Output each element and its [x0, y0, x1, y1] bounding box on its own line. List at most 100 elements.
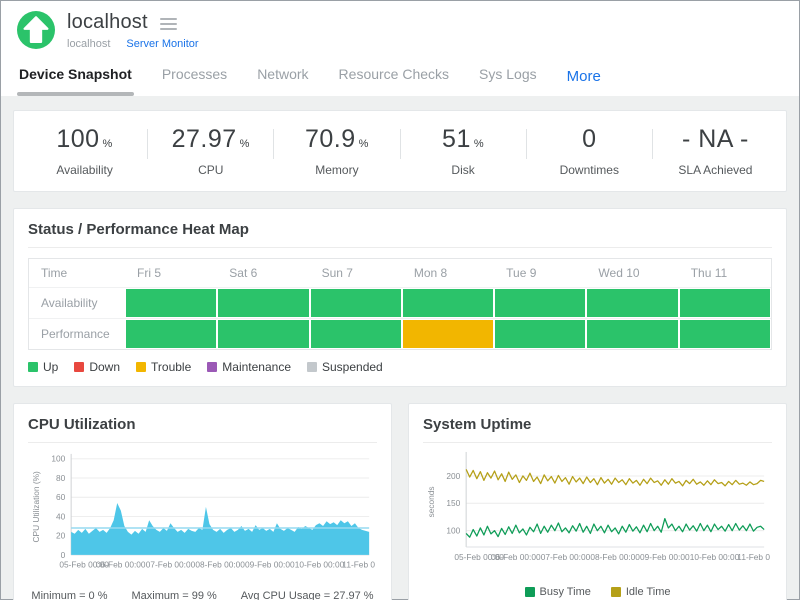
heatmap-cell-up[interactable]	[680, 320, 770, 348]
heatmap-cell-up[interactable]	[311, 289, 401, 317]
cpu-min: Minimum = 0 %	[31, 590, 107, 600]
heatmap-cell-up[interactable]	[495, 289, 585, 317]
svg-text:10-Feb 00:00: 10-Feb 00:00	[690, 552, 740, 562]
stat-availability-label: Availability	[22, 163, 147, 177]
heatmap-row-label: Availability	[29, 288, 125, 318]
heatmap-day-header: Wed 10	[586, 259, 678, 287]
heatmap-day-header: Tue 9	[494, 259, 586, 287]
heatmap-row: Performance	[29, 318, 771, 349]
heatmap-cell-up[interactable]	[126, 320, 216, 348]
heatmap-cell-up[interactable]	[218, 289, 308, 317]
menu-icon[interactable]	[160, 16, 177, 30]
heatmap-cell-up[interactable]	[126, 289, 216, 317]
heatmap-header-row: TimeFri 5Sat 6Sun 7Mon 8Tue 9Wed 10Thu 1…	[29, 259, 771, 287]
heatmap-cell-up[interactable]	[587, 289, 677, 317]
svg-text:60: 60	[56, 492, 66, 502]
svg-text:40: 40	[56, 511, 66, 521]
monitor-status-badge	[17, 11, 55, 49]
tab-sys-logs[interactable]: Sys Logs	[477, 62, 539, 96]
svg-text:100: 100	[446, 526, 460, 536]
cpu-area-chart: 020406080100CPU Utilization (%)05-Feb 00…	[28, 449, 377, 588]
maintenance-legend-swatch	[207, 362, 217, 372]
heatmap-cell-up[interactable]	[218, 320, 308, 348]
header: localhost localhost Server Monitor Devic…	[1, 1, 799, 96]
svg-text:10-Feb 00:00: 10-Feb 00:00	[295, 560, 345, 570]
legend-item-trouble: Trouble	[136, 360, 191, 374]
legend-label: Up	[43, 360, 58, 374]
uptime-chart: 100150200seconds05-Feb 00:0006-Feb 00:00…	[423, 449, 772, 578]
heatmap-cell-up[interactable]	[403, 289, 493, 317]
stats-bar: 100% Availability 27.97% CPU 70.9% Memor…	[13, 110, 787, 192]
svg-text:08-Feb 00:00: 08-Feb 00:00	[590, 552, 640, 562]
legend-item-suspended: Suspended	[307, 360, 383, 374]
suspended-legend-swatch	[307, 362, 317, 372]
page-title: localhost	[67, 11, 148, 34]
stat-sla-value: - NA -	[682, 125, 749, 153]
svg-text:07-Feb 00:00: 07-Feb 00:00	[146, 560, 196, 570]
legend-label: Maintenance	[222, 360, 291, 374]
stat-cpu-value: 27.97	[172, 125, 237, 153]
breadcrumb-monitor-type-link[interactable]: Server Monitor	[126, 38, 198, 50]
svg-text:09-Feb 00:00: 09-Feb 00:00	[245, 560, 295, 570]
down-legend-swatch	[74, 362, 84, 372]
stat-disk-value: 51	[442, 125, 471, 153]
uptime-legend-item: Busy Time	[525, 586, 591, 598]
busy-time-legend-swatch	[525, 587, 535, 597]
uptime-legend: Busy Time Idle Time	[423, 586, 772, 598]
heatmap-row: Availability	[29, 287, 771, 318]
cpu-summary: Minimum = 0 % Maximum = 99 % Avg CPU Usa…	[28, 590, 377, 600]
stat-cpu-unit: %	[240, 138, 250, 150]
heatmap-grid: TimeFri 5Sat 6Sun 7Mon 8Tue 9Wed 10Thu 1…	[28, 258, 772, 350]
cpu-chart-title: CPU Utilization	[28, 416, 377, 443]
stat-sla: - NA - SLA Achieved	[653, 125, 778, 177]
stat-sla-label: SLA Achieved	[653, 163, 778, 177]
tab-device-snapshot[interactable]: Device Snapshot	[17, 62, 134, 96]
legend-label: Suspended	[322, 360, 383, 374]
stat-downtimes-label: Downtimes	[527, 163, 652, 177]
stat-cpu-label: CPU	[148, 163, 273, 177]
cpu-avg: Avg CPU Usage = 27.97 %	[241, 590, 374, 600]
legend-label: Trouble	[151, 360, 191, 374]
tab-resource-checks[interactable]: Resource Checks	[337, 62, 452, 96]
legend-item-down: Down	[74, 360, 120, 374]
breadcrumb: localhost Server Monitor	[67, 38, 199, 50]
stat-availability-unit: %	[103, 138, 113, 150]
stat-disk-label: Disk	[401, 163, 526, 177]
heatmap-day-header: Sat 6	[217, 259, 309, 287]
cpu-chart: 020406080100CPU Utilization (%)05-Feb 00…	[28, 449, 377, 588]
charts-row: CPU Utilization 020406080100CPU Utilizat…	[13, 403, 787, 600]
heatmap-day-header: Sun 7	[310, 259, 402, 287]
tab-network[interactable]: Network	[255, 62, 310, 96]
stat-memory-value: 70.9	[305, 125, 356, 153]
heatmap-cell-trouble[interactable]	[403, 320, 493, 348]
stat-availability: 100% Availability	[22, 125, 147, 177]
tab-more[interactable]: More	[565, 64, 603, 95]
stat-disk: 51% Disk	[401, 125, 526, 177]
heatmap-cell-up[interactable]	[311, 320, 401, 348]
svg-text:200: 200	[446, 471, 460, 481]
heatmap-row-label: Performance	[29, 319, 125, 349]
heatmap-card: Status / Performance Heat Map TimeFri 5S…	[13, 208, 787, 387]
cpu-max: Maximum = 99 %	[132, 590, 217, 600]
uptime-legend-label: Busy Time	[540, 586, 591, 598]
svg-text:07-Feb 00:00: 07-Feb 00:00	[541, 552, 591, 562]
uptime-legend-item: Idle Time	[611, 586, 671, 598]
stat-memory: 70.9% Memory	[274, 125, 399, 177]
svg-text:80: 80	[56, 473, 66, 483]
heatmap-cell-up[interactable]	[587, 320, 677, 348]
heatmap-time-header: Time	[29, 259, 125, 287]
heatmap-cell-up[interactable]	[680, 289, 770, 317]
svg-text:150: 150	[446, 498, 460, 508]
legend-label: Down	[89, 360, 120, 374]
heatmap-day-header: Mon 8	[402, 259, 494, 287]
stat-disk-unit: %	[474, 138, 484, 150]
cpu-utilization-card: CPU Utilization 020406080100CPU Utilizat…	[13, 403, 392, 600]
trouble-legend-swatch	[136, 362, 146, 372]
svg-text:0: 0	[61, 550, 66, 560]
tab-processes[interactable]: Processes	[160, 62, 229, 96]
heatmap-day-header: Thu 11	[679, 259, 771, 287]
up-legend-swatch	[28, 362, 38, 372]
svg-text:11-Feb 0: 11-Feb 0	[342, 560, 375, 570]
heatmap-cell-up[interactable]	[495, 320, 585, 348]
heatmap-legend: Up Down Trouble Maintenance Suspended	[28, 360, 772, 374]
